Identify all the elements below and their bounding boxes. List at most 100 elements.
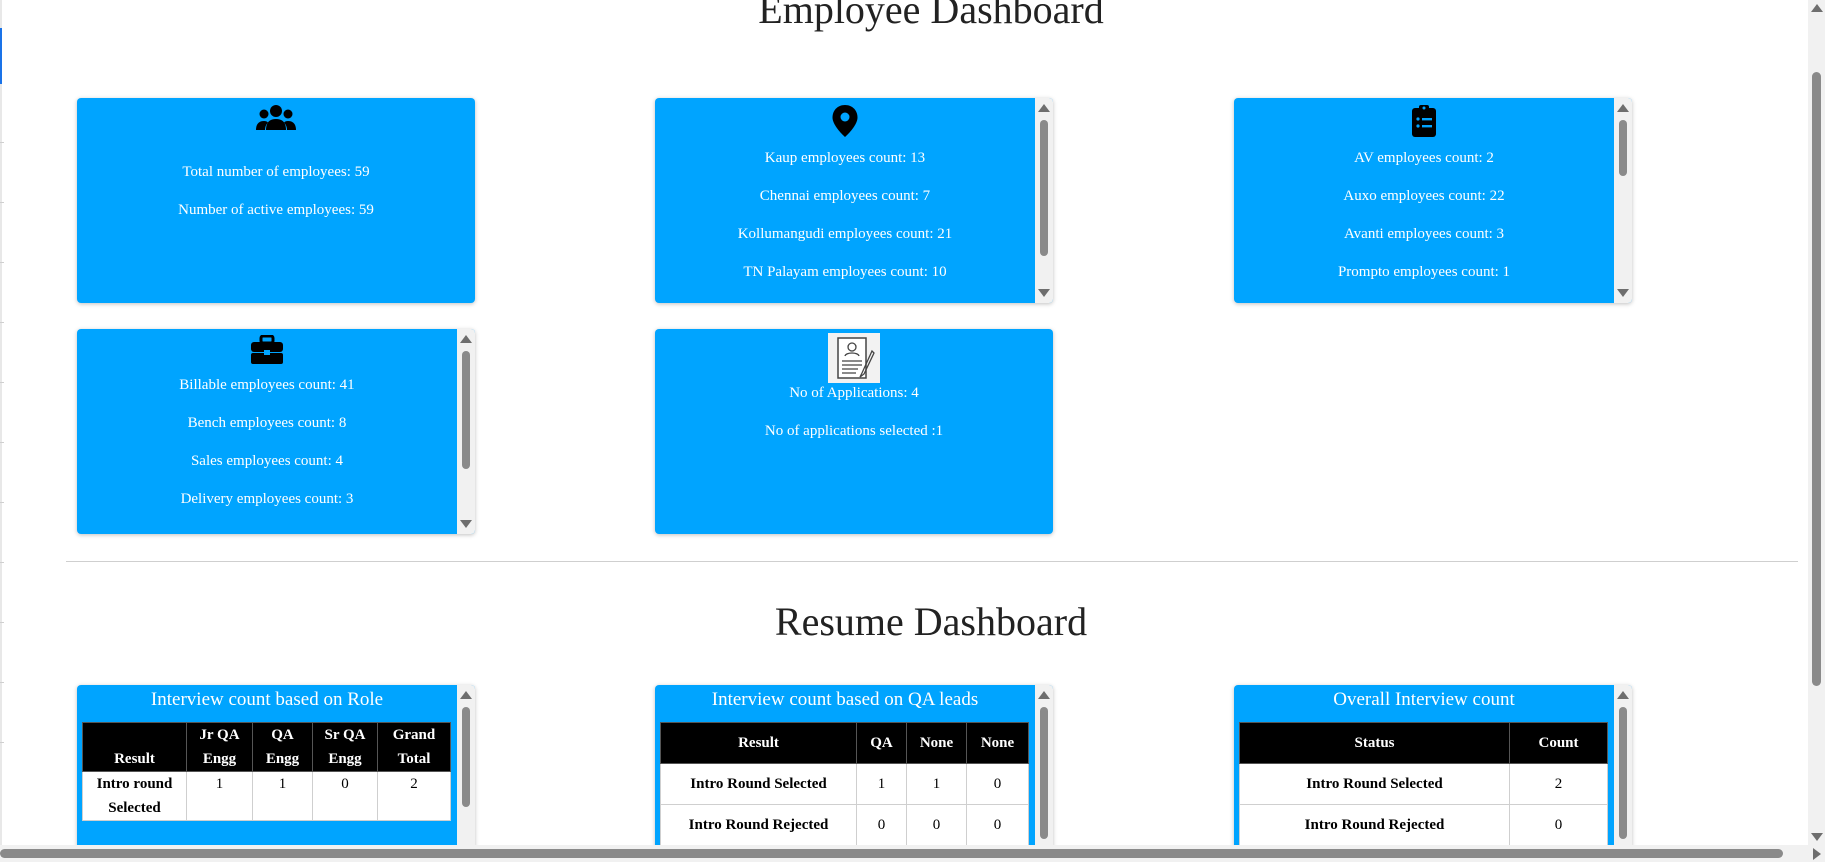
avanti-count-text: Avanti employees count: 3	[1343, 226, 1505, 242]
qa-leads-table-scrollbar[interactable]	[1035, 685, 1053, 847]
rail-tick	[0, 202, 4, 203]
scroll-up-arrow-icon[interactable]	[1038, 691, 1050, 699]
rail-tick	[0, 262, 4, 263]
table-row: Intro round Selected 1 1 0 2	[82, 771, 451, 821]
scrollbar-thumb[interactable]	[462, 707, 470, 807]
rail-tick	[0, 142, 4, 143]
scrollbar-thumb[interactable]	[1619, 707, 1627, 839]
kaup-count-text: Kaup employees count: 13	[764, 150, 926, 166]
table-cell: Intro Round Rejected	[660, 804, 857, 846]
scroll-up-arrow-icon[interactable]	[460, 691, 472, 699]
table-cell: 1	[252, 771, 313, 821]
rail-tick	[0, 562, 4, 563]
overall-table-scrollbar[interactable]	[1614, 685, 1632, 847]
auxo-count-text: Auxo employees count: 22	[1343, 188, 1505, 204]
rail-tick	[0, 742, 4, 743]
billable-card-scrollbar[interactable]	[457, 329, 475, 534]
page-scrollbar-thumb[interactable]	[1812, 72, 1821, 686]
table-cell: 0	[856, 804, 907, 846]
column-header: None	[906, 722, 967, 764]
delivery-count-text: Delivery employees count: 3	[180, 491, 354, 507]
kollumangudi-count-text: Kollumangudi employees count: 21	[737, 226, 953, 242]
column-header: QA Engg	[252, 722, 313, 772]
table-header-row: Result QA None None	[660, 722, 1029, 764]
table-cell: 1	[186, 771, 253, 821]
interview-by-qa-leads-card: Interview count based on QA leads Result…	[655, 685, 1053, 847]
active-indicator	[0, 28, 2, 84]
scroll-up-arrow-icon[interactable]	[460, 335, 472, 343]
table-cell: 0	[1509, 804, 1608, 846]
tn-palayam-count-text: TN Palayam employees count: 10	[743, 264, 947, 280]
role-table-scrollbar[interactable]	[457, 685, 475, 847]
resume-document-icon	[828, 333, 880, 383]
column-header: Grand Total	[377, 722, 451, 772]
left-rail	[0, 0, 4, 862]
scroll-down-arrow-icon[interactable]	[1811, 833, 1823, 841]
table-cell: 0	[966, 763, 1029, 805]
resume-dashboard-title: Resume Dashboard	[774, 599, 1088, 644]
table-header-row: Status Count	[1239, 722, 1608, 764]
applications-card: No of Applications: 4 No of applications…	[655, 329, 1053, 534]
total-employees-text: Total number of employees: 59	[182, 164, 370, 180]
page-vertical-scrollbar[interactable]	[1808, 0, 1825, 845]
column-header: Count	[1509, 722, 1608, 764]
page-horizontal-scrollbar[interactable]	[0, 845, 1825, 862]
rail-tick	[0, 502, 4, 503]
scrollbar-thumb[interactable]	[1040, 120, 1048, 256]
section-divider	[66, 561, 1798, 562]
table-row: Intro Round Selected 1 1 0	[660, 763, 1029, 805]
overall-interview-table: Status Count Intro Round Selected 2 Intr…	[1239, 722, 1608, 846]
scrollbar-thumb[interactable]	[1619, 120, 1627, 176]
av-count-text: AV employees count: 2	[1354, 150, 1494, 166]
table-header-row: Result Jr QA Engg QA Engg Sr QA Engg Gra…	[82, 722, 451, 772]
scroll-right-arrow-icon[interactable]	[1813, 848, 1821, 860]
page-hscrollbar-thumb[interactable]	[0, 849, 1783, 858]
applications-count-text: No of Applications: 4	[789, 385, 919, 401]
scroll-down-arrow-icon[interactable]	[1038, 289, 1050, 297]
scroll-up-arrow-icon[interactable]	[1038, 104, 1050, 112]
table-cell: 0	[312, 771, 378, 821]
location-counts-card: Kaup employees count: 13 Chennai employe…	[655, 98, 1053, 303]
scrollbar-thumb[interactable]	[462, 351, 470, 469]
table-cell: 0	[906, 804, 967, 846]
scroll-up-arrow-icon[interactable]	[1617, 691, 1629, 699]
column-header: QA	[856, 722, 907, 764]
rail-tick	[0, 382, 4, 383]
active-employees-text: Number of active employees: 59	[178, 202, 374, 218]
table-cell: Intro round Selected	[82, 771, 187, 821]
interview-by-qa-leads-table: Result QA None None Intro Round Selected…	[660, 722, 1029, 846]
column-header: Result	[82, 722, 187, 772]
users-icon	[256, 105, 296, 130]
scroll-up-arrow-icon[interactable]	[1811, 4, 1823, 12]
map-pin-icon	[832, 105, 858, 137]
client-card-scrollbar[interactable]	[1614, 98, 1632, 303]
total-employees-card: Total number of employees: 59 Number of …	[77, 98, 475, 303]
column-header: Status	[1239, 722, 1510, 764]
scroll-up-arrow-icon[interactable]	[1617, 104, 1629, 112]
table-cell: Intro Round Selected	[1239, 763, 1510, 805]
column-header: Jr QA Engg	[186, 722, 253, 772]
billable-count-text: Billable employees count: 41	[179, 377, 355, 393]
overall-interview-title: Overall Interview count	[1333, 689, 1515, 710]
column-header: Result	[660, 722, 857, 764]
table-cell: 0	[966, 804, 1029, 846]
interview-by-qa-leads-title: Interview count based on QA leads	[711, 689, 979, 710]
table-cell: 1	[906, 763, 967, 805]
table-cell: 2	[1509, 763, 1608, 805]
scrollbar-thumb[interactable]	[1040, 707, 1048, 839]
table-cell: 1	[856, 763, 907, 805]
table-row: Intro Round Rejected 0 0 0	[660, 804, 1029, 846]
interview-by-role-table: Result Jr QA Engg QA Engg Sr QA Engg Gra…	[82, 722, 451, 821]
interview-by-role-card: Interview count based on Role Result Jr …	[77, 685, 475, 847]
bench-count-text: Bench employees count: 8	[187, 415, 347, 431]
location-card-scrollbar[interactable]	[1035, 98, 1053, 303]
scroll-down-arrow-icon[interactable]	[460, 520, 472, 528]
client-counts-card: AV employees count: 2 Auxo employees cou…	[1234, 98, 1632, 303]
rail-tick	[0, 442, 4, 443]
prompto-count-text: Prompto employees count: 1	[1337, 264, 1511, 280]
scroll-down-arrow-icon[interactable]	[1617, 289, 1629, 297]
table-cell: Intro Round Selected	[660, 763, 857, 805]
sales-count-text: Sales employees count: 4	[190, 453, 344, 469]
column-header: Sr QA Engg	[312, 722, 378, 772]
table-cell: 2	[377, 771, 451, 821]
